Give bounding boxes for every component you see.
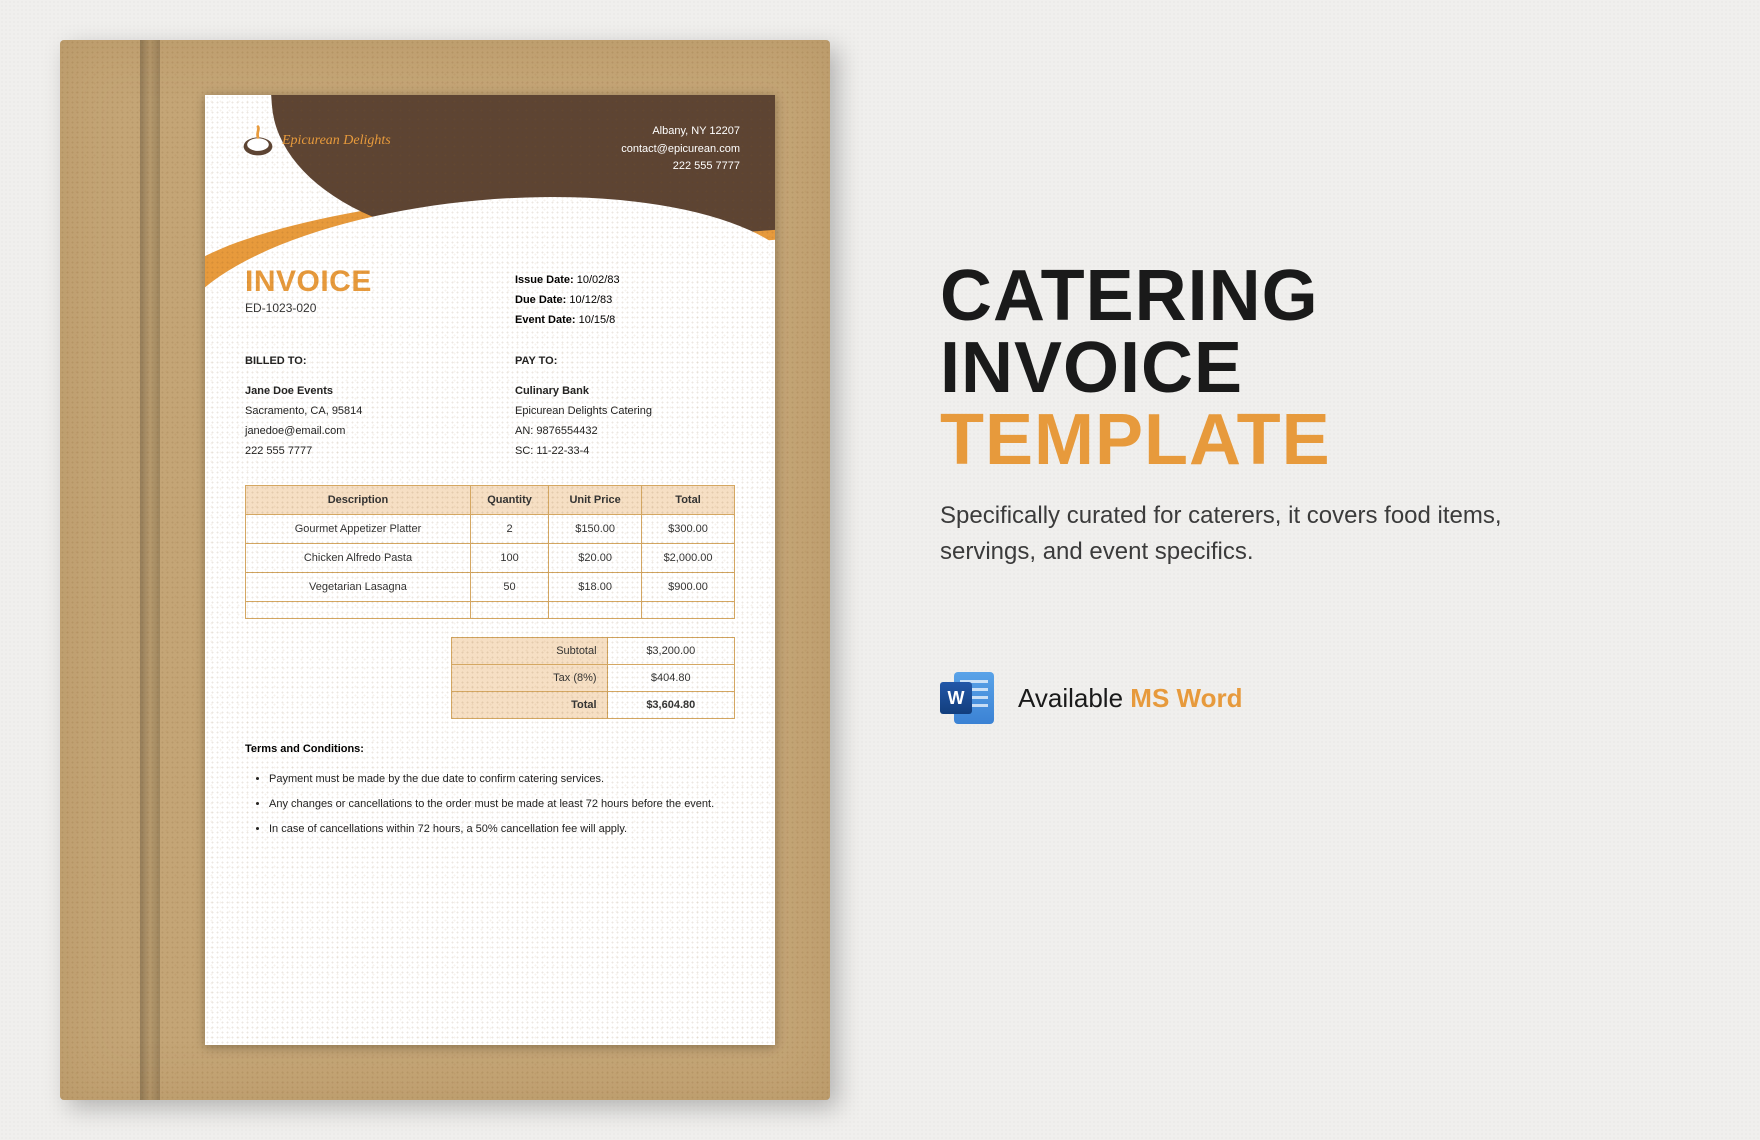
company-email: contact@epicurean.com (621, 141, 740, 159)
cell-total: $2,000.00 (642, 544, 735, 573)
avail-app: MS Word (1130, 683, 1242, 713)
table-row: Gourmet Appetizer Platter 2 $150.00 $300… (246, 515, 735, 544)
billed-to-block: BILLED TO: Jane Doe Events Sacramento, C… (245, 352, 465, 461)
invoice-title: INVOICE (245, 265, 465, 299)
cell-unit: $18.00 (549, 573, 642, 602)
folder-mockup: Epicurean Delights Albany, NY 12207 cont… (60, 40, 830, 1100)
pay-to-an-label: AN: (515, 425, 533, 437)
th-total: Total (642, 486, 735, 515)
items-tbody: Gourmet Appetizer Platter 2 $150.00 $300… (246, 515, 735, 619)
promo-panel: CATERING INVOICE TEMPLATE Specifically c… (940, 260, 1640, 726)
subtotal-value: $3,200.00 (607, 638, 734, 665)
cell-unit: $20.00 (549, 544, 642, 573)
th-description: Description (246, 486, 471, 515)
event-date-label: Event Date: (515, 314, 576, 326)
total-value: $3,604.80 (607, 692, 734, 719)
billed-to-phone: 222 555 7777 (245, 442, 465, 462)
cell-qty (470, 602, 548, 619)
invoice-body: INVOICE ED-1023-020 Issue Date: 10/02/83… (205, 245, 775, 840)
logo-icon (240, 123, 276, 159)
due-date-label: Due Date: (515, 294, 566, 306)
cell-desc: Chicken Alfredo Pasta (246, 544, 471, 573)
billed-to-city: Sacramento, CA, 95814 (245, 402, 465, 422)
table-row: Chicken Alfredo Pasta 100 $20.00 $2,000.… (246, 544, 735, 573)
billed-to-name: Jane Doe Events (245, 382, 465, 402)
cell-desc: Gourmet Appetizer Platter (246, 515, 471, 544)
word-icon-letter: W (940, 682, 972, 714)
pay-to-block: PAY TO: Culinary Bank Epicurean Delights… (515, 352, 735, 461)
pay-to-bank: Culinary Bank (515, 382, 735, 402)
avail-prefix: Available (1018, 683, 1123, 713)
issue-date-label: Issue Date: (515, 274, 574, 286)
cell-qty: 100 (470, 544, 548, 573)
company-name: Epicurean Delights (282, 133, 391, 148)
company-contact: Albany, NY 12207 contact@epicurean.com 2… (621, 123, 740, 176)
th-unit-price: Unit Price (549, 486, 642, 515)
tax-value: $404.80 (607, 665, 734, 692)
cell-qty: 50 (470, 573, 548, 602)
promo-line-2: INVOICE (940, 332, 1640, 404)
promo-subtitle: Specifically curated for caterers, it co… (940, 498, 1520, 570)
invoice-meta: Issue Date: 10/02/83 Due Date: 10/12/83 … (515, 271, 735, 330)
terms-item: In case of cancellations within 72 hours… (269, 819, 735, 840)
company-address: Albany, NY 12207 (621, 123, 740, 141)
items-table: Description Quantity Unit Price Total Go… (245, 485, 735, 619)
cell-unit (549, 602, 642, 619)
table-row: Vegetarian Lasagna 50 $18.00 $900.00 (246, 573, 735, 602)
company-logo: Epicurean Delights (240, 123, 391, 159)
availability: W Available MS Word (940, 670, 1640, 726)
invoice-page: Epicurean Delights Albany, NY 12207 cont… (205, 95, 775, 1045)
table-row (246, 602, 735, 619)
cell-total (642, 602, 735, 619)
tax-label: Tax (8%) (451, 665, 607, 692)
invoice-number: ED-1023-020 (245, 301, 465, 315)
total-label: Total (451, 692, 607, 719)
billed-to-email: janedoe@email.com (245, 422, 465, 442)
cell-qty: 2 (470, 515, 548, 544)
pay-to-company: Epicurean Delights Catering (515, 402, 735, 422)
due-date: 10/12/83 (569, 294, 612, 306)
promo-line-1: CATERING (940, 260, 1640, 332)
cell-total: $300.00 (642, 515, 735, 544)
promo-line-3: TEMPLATE (940, 404, 1640, 476)
terms-item: Payment must be made by the due date to … (269, 769, 735, 790)
pay-to-sc-label: SC: (515, 445, 533, 457)
cell-desc (246, 602, 471, 619)
terms-item: Any changes or cancellations to the orde… (269, 794, 735, 815)
cell-desc: Vegetarian Lasagna (246, 573, 471, 602)
totals-table: Subtotal $3,200.00 Tax (8%) $404.80 Tota… (451, 637, 735, 719)
th-quantity: Quantity (470, 486, 548, 515)
availability-text: Available MS Word (1018, 683, 1242, 714)
promo-title: CATERING INVOICE TEMPLATE (940, 260, 1640, 476)
terms-list: Payment must be made by the due date to … (269, 769, 735, 840)
pay-to-sc: 11-22-33-4 (536, 445, 589, 457)
cell-total: $900.00 (642, 573, 735, 602)
pay-to-label: PAY TO: (515, 352, 735, 372)
header: Epicurean Delights Albany, NY 12207 cont… (205, 95, 775, 245)
pay-to-an: 9876554432 (536, 425, 597, 437)
header-wave-brown (268, 95, 775, 264)
terms-heading: Terms and Conditions: (245, 743, 735, 755)
company-phone: 222 555 7777 (621, 158, 740, 176)
cell-unit: $150.00 (549, 515, 642, 544)
subtotal-label: Subtotal (451, 638, 607, 665)
ms-word-icon: W (940, 670, 996, 726)
billed-to-label: BILLED TO: (245, 352, 465, 372)
issue-date: 10/02/83 (577, 274, 620, 286)
event-date: 10/15/8 (579, 314, 616, 326)
